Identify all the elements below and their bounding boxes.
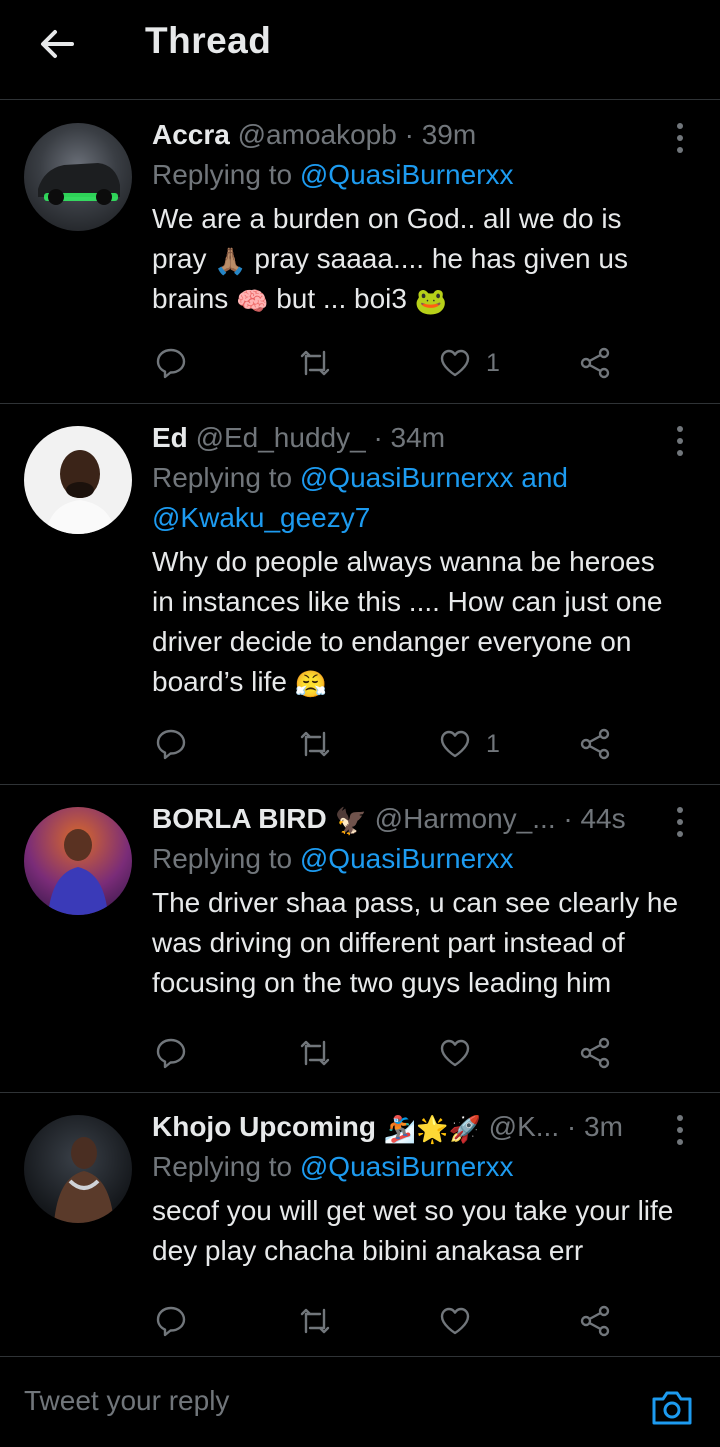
share-icon xyxy=(580,347,610,379)
retweet-icon xyxy=(300,1308,330,1334)
retweet-icon xyxy=(300,1040,330,1066)
back-arrow-icon[interactable] xyxy=(34,22,78,66)
timestamp: · 39m xyxy=(404,119,477,150)
retweet-button[interactable] xyxy=(298,343,332,383)
display-name[interactable]: Ed xyxy=(152,422,188,453)
page-title: Thread xyxy=(145,20,272,61)
tweet-actions xyxy=(152,1301,622,1341)
like-button[interactable]: 1 xyxy=(438,724,500,764)
avatar[interactable] xyxy=(24,807,132,915)
reply-button[interactable] xyxy=(154,1301,188,1341)
share-icon xyxy=(580,728,610,760)
user-handle: @amoakopb xyxy=(237,119,397,150)
like-icon xyxy=(440,730,470,758)
replying-to: Replying to @QuasiBurnerxx xyxy=(152,155,680,195)
camera-icon[interactable] xyxy=(650,1387,694,1427)
top-bar: Thread xyxy=(0,0,720,100)
frog-emoji: 🐸 xyxy=(414,286,448,316)
tweet-text-part: but ... boi3 xyxy=(268,283,415,314)
avatar[interactable] xyxy=(24,426,132,534)
tweet-text-part: Why do people always wanna be heroes in … xyxy=(152,546,663,697)
replying-prefix: Replying to xyxy=(152,159,300,190)
tweet-1[interactable]: Accra @amoakopb · 39m Replying to @Quasi… xyxy=(0,101,720,404)
display-name[interactable]: Khojo Upcoming xyxy=(152,1111,376,1142)
replying-prefix: Replying to xyxy=(152,462,300,493)
share-button[interactable] xyxy=(578,724,612,764)
more-dots-icon[interactable] xyxy=(670,123,690,153)
timestamp: · 34m xyxy=(373,422,446,453)
tweet-text: Why do people always wanna be heroes in … xyxy=(152,542,680,702)
tweet-text: We are a burden on God.. all we do is pr… xyxy=(152,199,680,319)
mention-link[interactable]: @QuasiBurnerxx xyxy=(300,159,514,190)
like-button[interactable] xyxy=(438,1033,486,1073)
user-handle: @Ed_huddy_ xyxy=(195,422,366,453)
replying-to: Replying to @QuasiBurnerxx xyxy=(152,839,680,879)
replying-prefix: Replying to xyxy=(152,843,300,874)
tweet-actions: 1 xyxy=(152,724,622,764)
reply-icon xyxy=(156,1038,186,1069)
tweet-text: secof you will get wet so you take your … xyxy=(152,1195,674,1266)
tweet-meta: BORLA BIRD 🦅 @Harmony_... · 44s xyxy=(152,799,680,839)
like-count: 1 xyxy=(486,348,500,377)
reply-icon xyxy=(156,348,186,379)
reply-input[interactable] xyxy=(24,1385,584,1417)
tweet-4[interactable]: Khojo Upcoming 🏂🌟🚀 @K... · 3m Replying t… xyxy=(0,1093,720,1356)
avatar[interactable] xyxy=(24,123,132,231)
like-count: 1 xyxy=(486,729,500,758)
like-icon xyxy=(440,1039,470,1067)
share-button[interactable] xyxy=(578,343,612,383)
face-emoji: 😤 xyxy=(294,669,328,699)
more-dots-icon[interactable] xyxy=(670,807,690,837)
more-dots-icon[interactable] xyxy=(670,1115,690,1145)
like-button[interactable] xyxy=(438,1301,486,1341)
share-icon xyxy=(580,1305,610,1337)
retweet-button[interactable] xyxy=(298,724,332,764)
tweet-text: The driver shaa pass, u can see clearly … xyxy=(152,887,679,998)
like-icon xyxy=(440,349,470,377)
eagle-emoji: 🦅 xyxy=(334,806,367,836)
retweet-icon xyxy=(300,350,330,376)
reply-icon xyxy=(156,729,186,760)
reply-composer xyxy=(0,1356,720,1447)
tweet-meta: Khojo Upcoming 🏂🌟🚀 @K... · 3m xyxy=(152,1107,680,1147)
share-button[interactable] xyxy=(578,1301,612,1341)
more-dots-icon[interactable] xyxy=(670,426,690,456)
praying-hands-emoji: 🙏🏽 xyxy=(214,246,247,276)
like-icon xyxy=(440,1307,470,1335)
brain-emoji: 🧠 xyxy=(236,286,269,316)
tweet-meta: Ed @Ed_huddy_ · 34m xyxy=(152,418,680,458)
tweet-2[interactable]: Ed @Ed_huddy_ · 34m Replying to @QuasiBu… xyxy=(0,404,720,785)
display-name[interactable]: BORLA BIRD xyxy=(152,803,327,834)
tweet-3[interactable]: BORLA BIRD 🦅 @Harmony_... · 44s Replying… xyxy=(0,785,720,1093)
reply-icon xyxy=(156,1306,186,1337)
avatar[interactable] xyxy=(24,1115,132,1223)
retweet-button[interactable] xyxy=(298,1033,332,1073)
tweet-actions xyxy=(152,1033,622,1073)
retweet-button[interactable] xyxy=(298,1301,332,1341)
timestamp: · 3m xyxy=(566,1111,623,1142)
like-button[interactable]: 1 xyxy=(438,343,500,383)
user-handle: @K... xyxy=(488,1111,560,1142)
mention-link[interactable]: @QuasiBurnerxx xyxy=(300,843,514,874)
tweet-meta: Accra @amoakopb · 39m xyxy=(152,115,680,155)
reply-button[interactable] xyxy=(154,343,188,383)
share-icon xyxy=(580,1037,610,1069)
replying-to: Replying to @QuasiBurnerxx xyxy=(152,1147,680,1187)
replying-to: Replying to @QuasiBurnerxx and @Kwaku_ge… xyxy=(152,458,680,538)
reply-button[interactable] xyxy=(154,724,188,764)
replying-prefix: Replying to xyxy=(152,1151,300,1182)
display-name[interactable]: Accra xyxy=(152,119,230,150)
tweet-actions: 1 xyxy=(152,343,622,383)
timestamp: · 44s xyxy=(563,803,626,834)
retweet-icon xyxy=(300,731,330,757)
share-button[interactable] xyxy=(578,1033,612,1073)
mention-link[interactable]: @QuasiBurnerxx xyxy=(300,1151,514,1182)
reply-button[interactable] xyxy=(154,1033,188,1073)
user-handle: @Harmony_... xyxy=(374,803,556,834)
name-emojis: 🏂🌟🚀 xyxy=(383,1114,481,1144)
